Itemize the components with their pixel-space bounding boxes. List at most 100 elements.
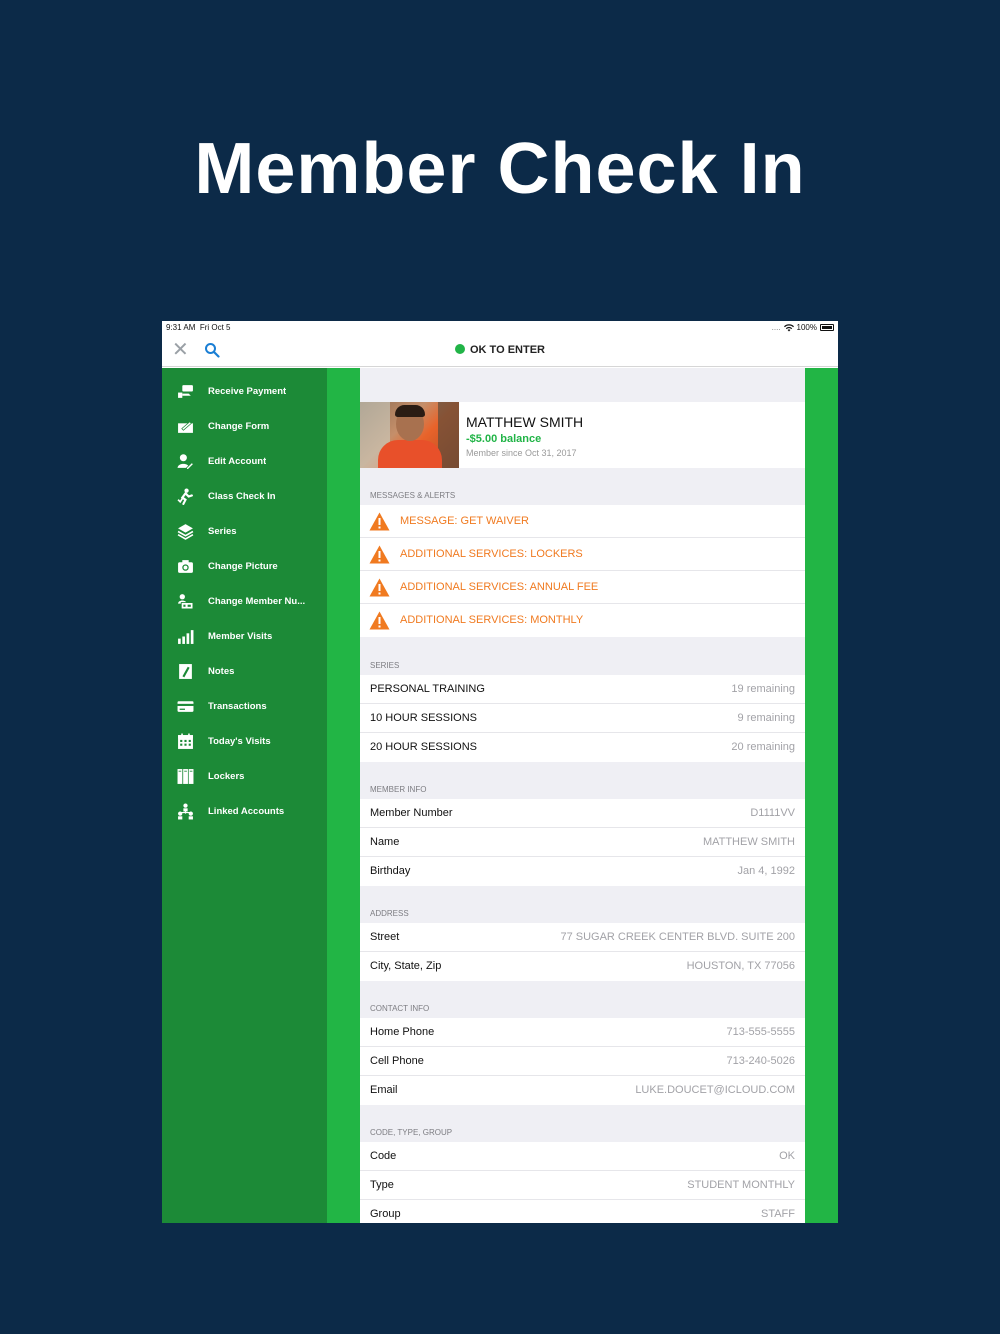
- status-time: 9:31 AM: [166, 323, 196, 332]
- member-name: MATTHEW SMITH: [466, 414, 584, 430]
- alert-text: ADDITIONAL SERVICES: LOCKERS: [400, 548, 583, 560]
- row-value: 20 remaining: [731, 741, 795, 753]
- row-value: 713-555-5555: [726, 1026, 795, 1038]
- member-balance: -$5.00 balance: [466, 433, 542, 445]
- row-label: PERSONAL TRAINING: [370, 683, 485, 695]
- row-label: Email: [370, 1084, 398, 1096]
- row-value: STUDENT MONTHLY: [687, 1179, 795, 1191]
- address-list: Street 77 SUGAR CREEK CENTER BLVD. SUITE …: [360, 923, 805, 981]
- alert-row[interactable]: ADDITIONAL SERVICES: MONTHLY: [360, 604, 805, 637]
- alert-row[interactable]: ADDITIONAL SERVICES: LOCKERS: [360, 538, 805, 571]
- action-sidebar: Receive Payment Change Form Edit Account…: [162, 368, 327, 1223]
- card-icon: [162, 698, 208, 715]
- info-row[interactable]: Group STAFF: [360, 1200, 805, 1223]
- alert-text: ADDITIONAL SERVICES: ANNUAL FEE: [400, 581, 599, 593]
- row-label: Name: [370, 836, 400, 848]
- sidebar-item-change-form[interactable]: Change Form: [162, 409, 327, 444]
- form-icon: [162, 418, 208, 435]
- sidebar-item-class-check-in[interactable]: Class Check In: [162, 479, 327, 514]
- wifi-icon: [783, 323, 794, 331]
- series-row[interactable]: 20 HOUR SESSIONS 20 remaining: [360, 733, 805, 762]
- info-row[interactable]: Email LUKE.DOUCET@ICLOUD.COM: [360, 1076, 805, 1105]
- series-row[interactable]: 10 HOUR SESSIONS 9 remaining: [360, 704, 805, 733]
- row-label: City, State, Zip: [370, 960, 442, 972]
- sidebar-item-transactions[interactable]: Transactions: [162, 689, 327, 724]
- sidebar-item-receive-payment[interactable]: Receive Payment: [162, 374, 327, 409]
- battery-icon: [820, 324, 834, 331]
- sidebar-item-todays-visits[interactable]: Today's Visits: [162, 724, 327, 759]
- info-row[interactable]: Name MATTHEW SMITH: [360, 828, 805, 857]
- linked-accounts-icon: [162, 803, 208, 820]
- member-profile-card: MATTHEW SMITH -$5.00 balance Member sinc…: [360, 402, 805, 468]
- section-header-contact: CONTACT INFO: [370, 1004, 430, 1013]
- info-row[interactable]: Home Phone 713-555-5555: [360, 1018, 805, 1047]
- alert-row[interactable]: ADDITIONAL SERVICES: ANNUAL FEE: [360, 571, 805, 604]
- member-number-icon: [162, 593, 208, 610]
- info-row[interactable]: Birthday Jan 4, 1992: [360, 857, 805, 886]
- status-date: Fri Oct 5: [199, 323, 231, 332]
- alerts-list: MESSAGE: GET WAIVER ADDITIONAL SERVICES:…: [360, 505, 805, 637]
- sidebar-item-notes[interactable]: Notes: [162, 654, 327, 689]
- sidebar-item-change-member-number[interactable]: Change Member Nu...: [162, 584, 327, 619]
- section-header-address: ADDRESS: [370, 909, 409, 918]
- row-label: Member Number: [370, 807, 453, 819]
- hero-title: Member Check In: [194, 129, 806, 209]
- sidebar-item-change-picture[interactable]: Change Picture: [162, 549, 327, 584]
- info-row[interactable]: Member Number D1111VV: [360, 799, 805, 828]
- sidebar-item-label: Transactions: [208, 701, 267, 712]
- sidebar-item-label: Change Form: [208, 421, 270, 432]
- sidebar-item-series[interactable]: Series: [162, 514, 327, 549]
- sidebar-item-member-visits[interactable]: Member Visits: [162, 619, 327, 654]
- signal-dots: ....: [771, 323, 781, 332]
- info-row[interactable]: Street 77 SUGAR CREEK CENTER BLVD. SUITE …: [360, 923, 805, 952]
- status-dot-icon: [455, 344, 465, 354]
- info-row[interactable]: Code OK: [360, 1142, 805, 1171]
- status-color-bar-right: [805, 368, 838, 1223]
- member-since: Member since Oct 31, 2017: [466, 448, 577, 458]
- sidebar-item-label: Linked Accounts: [208, 806, 285, 817]
- alert-text: MESSAGE: GET WAIVER: [400, 515, 529, 527]
- edit-account-icon: [162, 453, 208, 470]
- row-value: OK: [779, 1150, 795, 1162]
- alert-text: ADDITIONAL SERVICES: MONTHLY: [400, 614, 584, 626]
- bar-chart-icon: [162, 628, 208, 645]
- row-label: 10 HOUR SESSIONS: [370, 712, 477, 724]
- series-row[interactable]: PERSONAL TRAINING 19 remaining: [360, 675, 805, 704]
- sidebar-item-linked-accounts[interactable]: Linked Accounts: [162, 794, 327, 829]
- alert-row[interactable]: MESSAGE: GET WAIVER: [360, 505, 805, 538]
- member-info-list: Member Number D1111VV Name MATTHEW SMITH B…: [360, 799, 805, 886]
- info-row[interactable]: City, State, Zip HOUSTON, TX 77056: [360, 952, 805, 981]
- entry-status-label: OK TO ENTER: [470, 344, 545, 356]
- info-row[interactable]: Cell Phone 713-240-5026: [360, 1047, 805, 1076]
- warning-icon: [369, 578, 390, 597]
- entry-status: OK TO ENTER: [162, 344, 838, 356]
- warning-icon: [369, 611, 390, 630]
- battery-percent: 100%: [796, 323, 817, 332]
- member-photo[interactable]: [360, 402, 459, 468]
- row-value: Jan 4, 1992: [737, 865, 796, 877]
- row-value: LUKE.DOUCET@ICLOUD.COM: [635, 1084, 795, 1096]
- section-header-alerts: MESSAGES & ALERTS: [370, 491, 456, 500]
- info-row[interactable]: Type STUDENT MONTHLY: [360, 1171, 805, 1200]
- calendar-icon: [162, 733, 208, 750]
- row-value: 77 SUGAR CREEK CENTER BLVD. SUITE 200: [560, 931, 795, 943]
- row-label: Code: [370, 1150, 397, 1162]
- sidebar-item-label: Today's Visits: [208, 736, 271, 747]
- row-value: 713-240-5026: [726, 1055, 795, 1067]
- sidebar-item-label: Member Visits: [208, 631, 273, 642]
- row-label: Home Phone: [370, 1026, 435, 1038]
- camera-icon: [162, 558, 208, 575]
- sidebar-item-label: Receive Payment: [208, 386, 287, 397]
- sidebar-item-label: Edit Account: [208, 456, 267, 467]
- row-value: 19 remaining: [731, 683, 795, 695]
- payment-icon: [162, 383, 208, 400]
- sidebar-item-edit-account[interactable]: Edit Account: [162, 444, 327, 479]
- ipad-screen: 9:31 AM Fri Oct 5 .... 100% ✕ OK TO ENTE…: [162, 321, 838, 1223]
- sidebar-item-label: Change Member Nu...: [208, 596, 306, 607]
- class-checkin-icon: [162, 488, 208, 505]
- sidebar-item-lockers[interactable]: Lockers: [162, 759, 327, 794]
- lockers-icon: [162, 768, 208, 785]
- warning-icon: [369, 512, 390, 531]
- warning-icon: [369, 545, 390, 564]
- row-value: D1111VV: [750, 807, 795, 819]
